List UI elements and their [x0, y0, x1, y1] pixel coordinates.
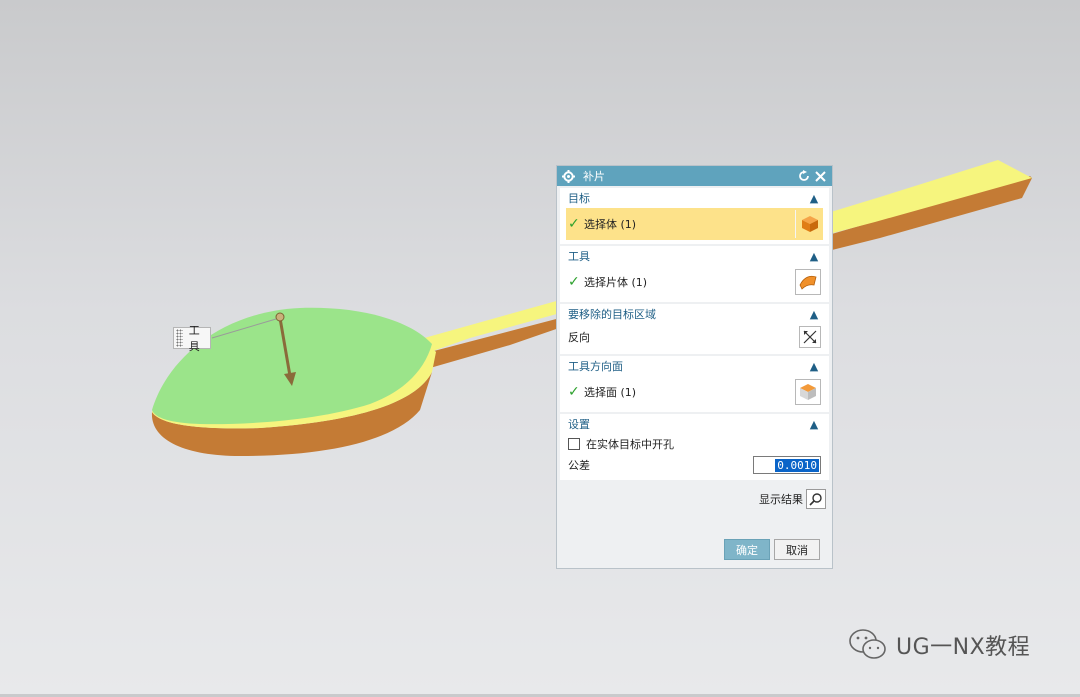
section-tool-face-header[interactable]: 工具方向面 ▲	[560, 356, 829, 376]
watermark-text: UG一NX教程	[896, 635, 1031, 660]
sheet-body-icon[interactable]	[795, 269, 821, 295]
dialog-footer: 确定 取消	[557, 539, 832, 560]
collapse-icon[interactable]: ▲	[807, 250, 821, 263]
section-tool: 工具 ▲ ✓ 选择片体 (1)	[560, 246, 829, 302]
section-settings-label: 设置	[568, 418, 590, 431]
check-icon: ✓	[568, 274, 580, 290]
section-tool-face: 工具方向面 ▲ ✓ 选择面 (1)	[560, 356, 829, 412]
select-sheet-row[interactable]: ✓ 选择片体 (1)	[560, 266, 829, 298]
tool-callout-label[interactable]: 工具	[173, 324, 211, 353]
close-icon[interactable]	[812, 168, 828, 184]
arrow-origin-handle[interactable]	[275, 312, 285, 322]
gear-icon	[561, 169, 575, 183]
cancel-button[interactable]: 取消	[774, 539, 820, 560]
dialog-title: 补片	[583, 170, 605, 183]
reverse-direction-icon[interactable]	[799, 326, 821, 348]
reset-icon[interactable]	[796, 168, 812, 184]
watermark: UG一NX教程	[848, 628, 1030, 662]
patch-dialog: 补片 目标 ▲ ✓ 选择体 (1) 工具 ▲ ✓ 选择片体 (1) 要移除的目标…	[556, 165, 833, 569]
collapse-icon[interactable]: ▲	[807, 308, 821, 321]
collapse-icon[interactable]: ▲	[807, 192, 821, 205]
hole-checkbox[interactable]	[568, 438, 580, 450]
section-settings: 设置 ▲ 在实体目标中开孔 公差 0.0010	[560, 414, 829, 480]
section-target-header[interactable]: 目标 ▲	[560, 188, 829, 208]
section-tool-header[interactable]: 工具 ▲	[560, 246, 829, 266]
magnifier-icon[interactable]	[806, 489, 826, 509]
preview-row: 显示结果	[557, 486, 832, 512]
graphics-viewport[interactable]: 工具	[0, 0, 1080, 694]
select-body-row[interactable]: ✓ 选择体 (1)	[566, 208, 823, 240]
select-sheet-text: 选择片体 (1)	[584, 276, 648, 289]
reverse-text: 反向	[568, 331, 590, 344]
spoon-model	[151, 160, 1032, 456]
preview-label: 显示结果	[759, 493, 803, 506]
section-target: 目标 ▲ ✓ 选择体 (1)	[560, 188, 829, 244]
tolerance-label: 公差	[568, 459, 590, 472]
tool-callout-text: 工具	[188, 324, 200, 353]
select-face-row[interactable]: ✓ 选择面 (1)	[560, 376, 829, 408]
face-select-icon[interactable]	[795, 379, 821, 405]
section-settings-header[interactable]: 设置 ▲	[560, 414, 829, 434]
tolerance-row: 公差 0.0010	[560, 454, 829, 476]
reverse-row: 反向	[560, 324, 829, 350]
tolerance-input[interactable]: 0.0010	[753, 456, 821, 474]
solid-body-icon[interactable]	[795, 210, 823, 238]
drag-grip-icon[interactable]	[176, 329, 183, 347]
collapse-icon[interactable]: ▲	[807, 360, 821, 373]
select-face-text: 选择面 (1)	[584, 386, 637, 399]
section-region: 要移除的目标区域 ▲ 反向	[560, 304, 829, 354]
hole-checkbox-label: 在实体目标中开孔	[586, 438, 674, 451]
section-target-label: 目标	[568, 192, 590, 205]
section-region-header[interactable]: 要移除的目标区域 ▲	[560, 304, 829, 324]
tolerance-value: 0.0010	[775, 458, 819, 472]
hole-option-row[interactable]: 在实体目标中开孔	[560, 434, 829, 454]
wechat-icon	[849, 629, 886, 659]
dialog-titlebar[interactable]: 补片	[557, 166, 832, 186]
check-icon: ✓	[568, 384, 580, 400]
section-tool-label: 工具	[568, 250, 590, 263]
select-body-text: 选择体 (1)	[584, 218, 637, 231]
ok-button[interactable]: 确定	[724, 539, 770, 560]
check-icon: ✓	[568, 216, 580, 232]
section-tool-face-label: 工具方向面	[568, 360, 623, 373]
collapse-icon[interactable]: ▲	[807, 418, 821, 431]
section-region-label: 要移除的目标区域	[568, 308, 656, 321]
